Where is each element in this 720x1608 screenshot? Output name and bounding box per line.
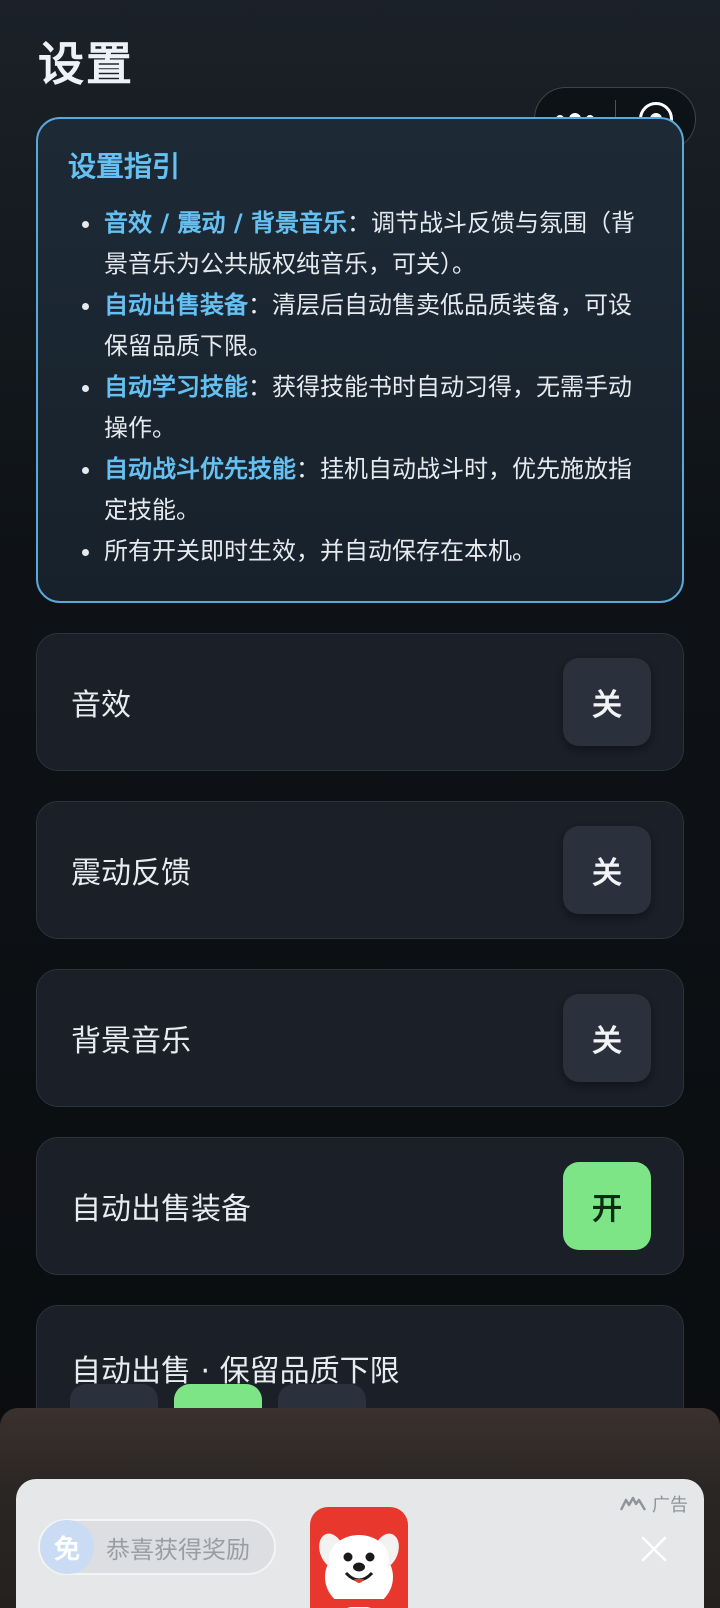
guide-item-highlight: 自动学习技能 — [104, 373, 248, 401]
ad-banner[interactable]: 广告 免 恭喜获得奖励 — [16, 1479, 704, 1608]
setting-label: 震动反馈 — [71, 856, 191, 891]
guide-item: 自动出售装备：清层后自动售卖低品质装备，可设保留品质下限。 — [68, 285, 652, 367]
ad-network-logo-icon — [620, 1496, 646, 1511]
guide-item-highlight: 自动战斗优先技能 — [104, 455, 296, 483]
guide-item: 自动战斗优先技能：挂机自动战斗时，优先施放指定技能。 — [68, 449, 652, 531]
setting-label: 音效 — [71, 688, 131, 723]
reward-badge: 免 — [40, 1520, 94, 1574]
guide-title: 设置指引 — [68, 150, 181, 183]
vibration-toggle-button[interactable]: 关 — [563, 826, 651, 914]
setting-row-bgm: 背景音乐 关 — [36, 969, 684, 1107]
bgm-toggle-button[interactable]: 关 — [563, 994, 651, 1082]
app-logo-icon[interactable] — [310, 1507, 408, 1608]
ad-tag: 广告 — [620, 1491, 688, 1517]
page-title: 设置 — [38, 37, 134, 91]
reward-pill[interactable]: 免 恭喜获得奖励 — [38, 1519, 276, 1575]
close-icon[interactable] — [640, 1535, 668, 1563]
guide-item-highlight: 音效 / 震动 / 背景音乐 — [104, 209, 347, 237]
setting-row-auto-sell: 自动出售装备 开 — [36, 1137, 684, 1275]
settings-guide-panel: 设置指引 音效 / 震动 / 背景音乐：调节战斗反馈与氛围（背景音乐为公共版权纯… — [36, 117, 684, 603]
setting-row-sound: 音效 关 — [36, 633, 684, 771]
setting-label: 背景音乐 — [71, 1024, 191, 1059]
guide-item: 所有开关即时生效，并自动保存在本机。 — [68, 531, 652, 572]
setting-row-vibration: 震动反馈 关 — [36, 801, 684, 939]
reward-text: 恭喜获得奖励 — [106, 1535, 250, 1564]
setting-label: 自动出售装备 — [71, 1192, 251, 1227]
guide-item-text: 所有开关即时生效，并自动保存在本机。 — [104, 537, 536, 565]
guide-item-highlight: 自动出售装备 — [104, 291, 248, 319]
guide-item: 自动学习技能：获得技能书时自动习得，无需手动操作。 — [68, 367, 652, 449]
sound-toggle-button[interactable]: 关 — [563, 658, 651, 746]
ad-tag-label: 广告 — [652, 1495, 688, 1516]
auto-sell-toggle-button[interactable]: 开 — [563, 1162, 651, 1250]
guide-item: 音效 / 震动 / 背景音乐：调节战斗反馈与氛围（背景音乐为公共版权纯音乐，可关… — [68, 203, 652, 285]
guide-list: 音效 / 震动 / 背景音乐：调节战斗反馈与氛围（背景音乐为公共版权纯音乐，可关… — [68, 203, 652, 572]
